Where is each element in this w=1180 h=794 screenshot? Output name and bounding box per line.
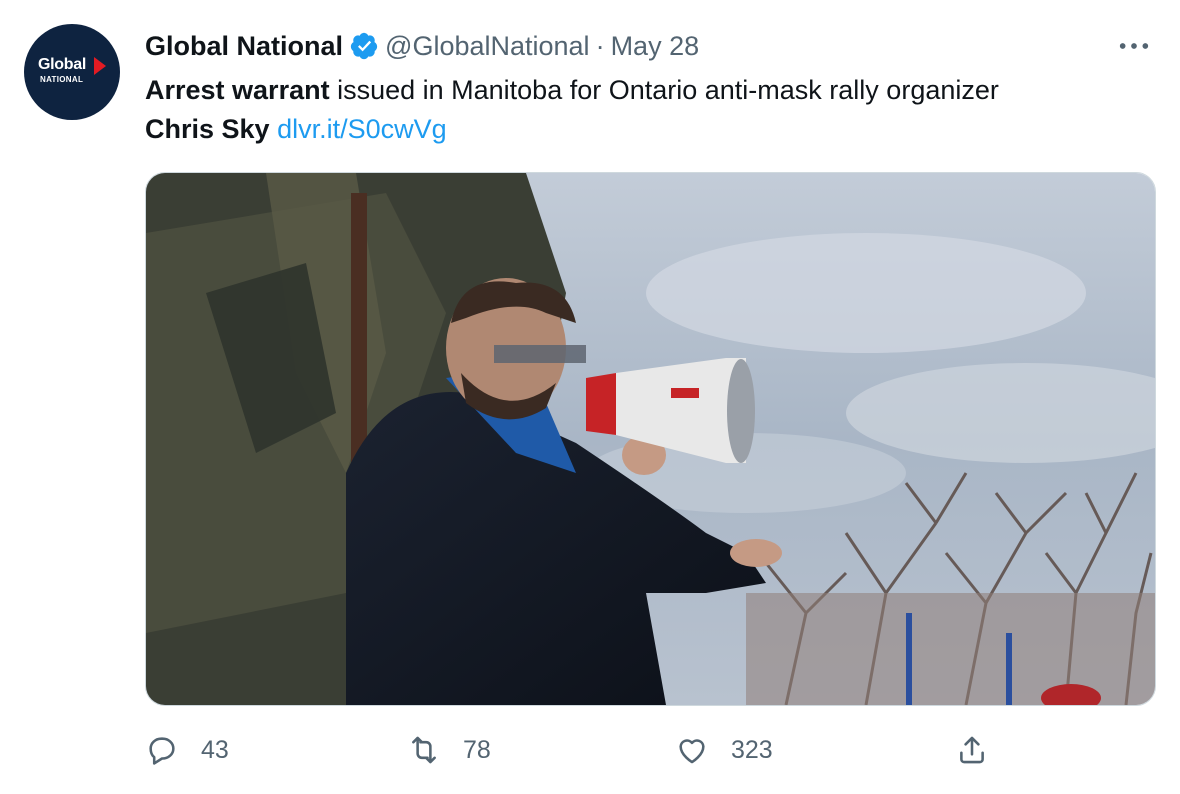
like-count: 323 xyxy=(731,735,773,764)
global-national-logo: Global NATIONAL xyxy=(38,55,106,89)
retweet-count: 78 xyxy=(463,735,491,764)
display-name[interactable]: Global National xyxy=(145,28,343,64)
logo-word: Global xyxy=(38,56,86,73)
tweet-header: Global National @GlobalNational · May 28 xyxy=(145,28,699,64)
more-options-icon[interactable] xyxy=(1116,28,1152,64)
like-button[interactable]: 323 xyxy=(675,728,773,772)
tweet-text: Arrest warrant issued in Manitoba for On… xyxy=(145,71,1145,149)
logo-arrow-icon xyxy=(94,57,106,75)
share-icon xyxy=(960,736,984,764)
tweet-actions: 43 78 323 xyxy=(145,728,1005,772)
share-button[interactable] xyxy=(955,728,989,772)
tweet-media-photo[interactable] xyxy=(145,172,1156,706)
tweet-link[interactable]: dlvr.it/S0cwVg xyxy=(277,114,447,144)
reply-count: 43 xyxy=(201,735,229,764)
logo-sub: NATIONAL xyxy=(40,75,84,84)
text-plain: issued in Manitoba for Ontario anti-mask… xyxy=(329,75,999,105)
tweet-date[interactable]: May 28 xyxy=(611,28,700,64)
verified-badge-icon xyxy=(349,31,379,61)
photo-illustration xyxy=(146,173,1155,705)
retweet-button[interactable]: 78 xyxy=(407,728,491,772)
reply-icon xyxy=(149,737,175,765)
avatar[interactable]: Global NATIONAL xyxy=(24,24,120,120)
text-bold-headline: Arrest warrant xyxy=(145,75,330,105)
retweet-icon xyxy=(412,736,436,764)
reply-button[interactable]: 43 xyxy=(145,728,229,772)
handle[interactable]: @GlobalNational xyxy=(385,28,590,64)
text-bold-name: Chris Sky xyxy=(145,114,270,144)
heart-icon xyxy=(679,739,705,764)
separator-dot: · xyxy=(595,31,605,61)
